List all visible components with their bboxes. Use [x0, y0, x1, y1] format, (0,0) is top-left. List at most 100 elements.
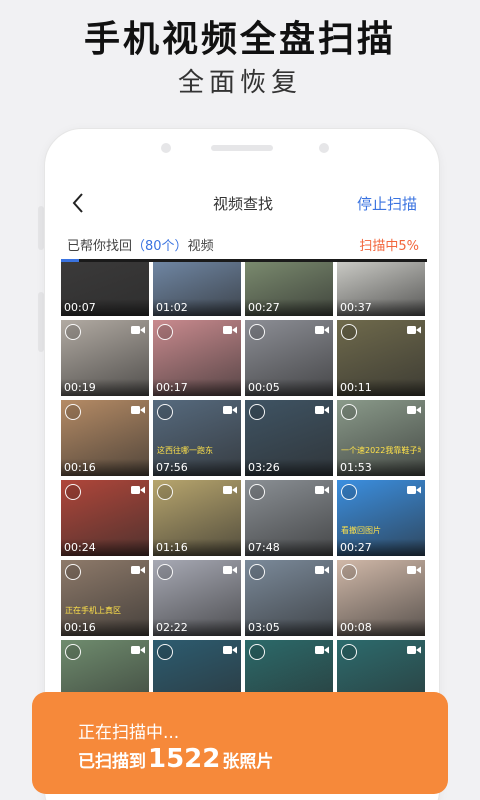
thumbnail-caption: 这西往哪一跑东: [157, 446, 213, 455]
select-checkbox[interactable]: [65, 484, 81, 500]
video-thumbnail[interactable]: 这西往哪一跑东 07:56: [153, 400, 241, 476]
select-checkbox[interactable]: [65, 324, 81, 340]
video-duration: 01:02: [153, 299, 241, 316]
video-duration: 00:08: [337, 619, 425, 636]
select-checkbox[interactable]: [249, 644, 265, 660]
video-thumbnail[interactable]: 00:08: [337, 560, 425, 636]
video-thumbnail[interactable]: 正在手机上真区 00:16: [61, 560, 149, 636]
video-camera-icon: [407, 486, 421, 494]
video-duration: 01:16: [153, 539, 241, 556]
video-camera-icon: [315, 646, 329, 654]
select-checkbox[interactable]: [249, 324, 265, 340]
thumbnail-caption: 一个速2022我靠鞋子地: [341, 446, 421, 455]
video-thumbnail[interactable]: 00:17: [153, 320, 241, 396]
select-checkbox[interactable]: [65, 404, 81, 420]
video-camera-icon: [315, 406, 329, 414]
thumbnail-caption: 正在手机上真区: [65, 606, 121, 615]
video-camera-icon: [223, 646, 237, 654]
video-duration: 01:53: [337, 459, 425, 476]
promo-subhead: 全面恢复: [177, 68, 302, 98]
select-checkbox[interactable]: [157, 564, 173, 580]
video-thumbnail[interactable]: 00:24: [61, 480, 149, 556]
video-thumbnail[interactable]: 00:16: [61, 400, 149, 476]
select-checkbox[interactable]: [341, 404, 357, 420]
video-camera-icon: [223, 326, 237, 334]
select-checkbox[interactable]: [249, 484, 265, 500]
banner-count-suffix: 张照片: [222, 752, 274, 772]
select-checkbox[interactable]: [65, 564, 81, 580]
found-summary: 已帮你找回（80个）视频: [67, 235, 214, 254]
video-duration: 03:26: [245, 459, 333, 476]
video-camera-icon: [407, 326, 421, 334]
video-thumbnail[interactable]: 07:48: [245, 480, 333, 556]
found-suffix: 视频: [187, 239, 214, 254]
select-checkbox[interactable]: [341, 564, 357, 580]
video-duration: 00:11: [337, 379, 425, 396]
video-duration: 02:22: [153, 619, 241, 636]
select-checkbox[interactable]: [65, 644, 81, 660]
banner-count-line: 已扫描到1522 张照片: [78, 744, 273, 774]
banner-status: 正在扫描中...: [78, 723, 180, 743]
front-sensor: [319, 143, 329, 153]
video-duration: 00:17: [153, 379, 241, 396]
video-thumbnail-grid: 00:07 01:02 00:27 00:37 00:19 00:17 00:05 00:11…: [61, 262, 427, 716]
video-thumbnail[interactable]: 03:05: [245, 560, 333, 636]
select-checkbox[interactable]: [249, 404, 265, 420]
video-camera-icon: [131, 566, 145, 574]
video-camera-icon: [223, 406, 237, 414]
select-checkbox[interactable]: [341, 324, 357, 340]
video-camera-icon: [223, 486, 237, 494]
video-camera-icon: [315, 566, 329, 574]
video-camera-icon: [131, 646, 145, 654]
select-checkbox[interactable]: [157, 404, 173, 420]
scan-progress-text: 扫描中5%: [359, 239, 419, 254]
video-thumbnail[interactable]: 01:02: [153, 262, 241, 316]
stop-scan-button[interactable]: 停止扫描: [357, 193, 417, 214]
video-duration: 07:48: [245, 539, 333, 556]
video-camera-icon: [407, 646, 421, 654]
found-prefix: 已帮你找回: [67, 239, 133, 254]
select-checkbox[interactable]: [157, 324, 173, 340]
video-thumbnail[interactable]: 00:05: [245, 320, 333, 396]
thumbnail-caption: 看撤回图片: [341, 526, 381, 535]
select-checkbox[interactable]: [341, 484, 357, 500]
video-duration: 00:37: [337, 299, 425, 316]
video-camera-icon: [131, 486, 145, 494]
found-count: （80个）: [132, 239, 188, 254]
video-thumbnail[interactable]: 03:26: [245, 400, 333, 476]
video-duration: 00:16: [61, 619, 149, 636]
video-thumbnail[interactable]: 一个速2022我靠鞋子地 01:53: [337, 400, 425, 476]
select-checkbox[interactable]: [157, 644, 173, 660]
video-duration: 00:16: [61, 459, 149, 476]
video-duration: 00:27: [245, 299, 333, 316]
video-thumbnail[interactable]: 00:11: [337, 320, 425, 396]
video-thumbnail[interactable]: 00:37: [337, 262, 425, 316]
video-duration: 00:27: [337, 539, 425, 556]
video-camera-icon: [223, 566, 237, 574]
video-thumbnail[interactable]: 02:22: [153, 560, 241, 636]
video-duration: 00:24: [61, 539, 149, 556]
video-camera-icon: [407, 406, 421, 414]
scan-banner: 正在扫描中... 已扫描到1522 张照片: [32, 692, 448, 794]
video-thumbnail[interactable]: 00:19: [61, 320, 149, 396]
video-duration: 07:56: [153, 459, 241, 476]
banner-count-prefix: 已扫描到: [78, 752, 146, 772]
select-checkbox[interactable]: [249, 564, 265, 580]
select-checkbox[interactable]: [341, 644, 357, 660]
video-camera-icon: [315, 326, 329, 334]
scan-status-row: 已帮你找回（80个）视频 扫描中5%: [45, 235, 439, 255]
banner-scanned-count: 1522: [148, 744, 221, 774]
video-camera-icon: [407, 566, 421, 574]
video-thumbnail[interactable]: 00:27: [245, 262, 333, 316]
video-camera-icon: [131, 406, 145, 414]
video-duration: 00:05: [245, 379, 333, 396]
front-camera: [161, 143, 171, 153]
video-thumbnail[interactable]: 看撤回图片 00:27: [337, 480, 425, 556]
video-thumbnail[interactable]: 01:16: [153, 480, 241, 556]
video-duration: 03:05: [245, 619, 333, 636]
video-thumbnail[interactable]: 00:07: [61, 262, 149, 316]
select-checkbox[interactable]: [157, 484, 173, 500]
phone-speaker: [211, 145, 273, 151]
video-camera-icon: [131, 326, 145, 334]
video-camera-icon: [315, 486, 329, 494]
